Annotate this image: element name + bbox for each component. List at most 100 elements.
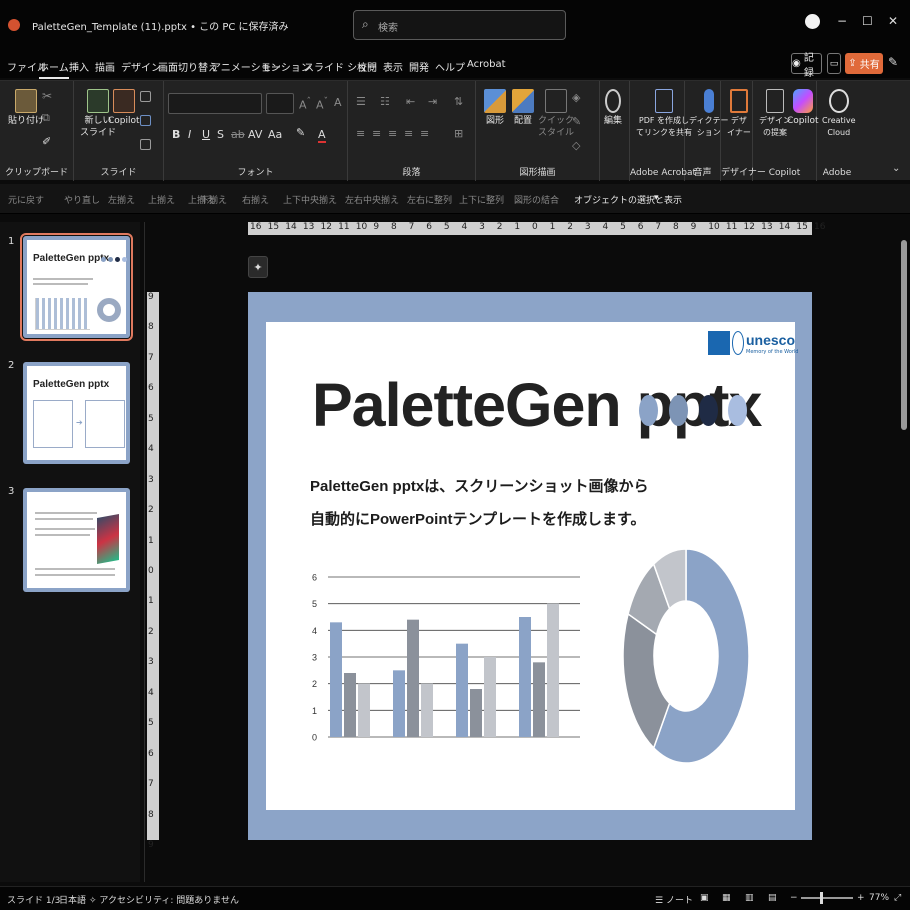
tab-review[interactable]: 校閲 (357, 59, 377, 74)
bar-series2-cat3[interactable] (470, 689, 482, 737)
align-right-button[interactable]: 右揃え (242, 193, 269, 206)
search-box[interactable]: ⌕ 検索 (353, 10, 566, 40)
share-button[interactable]: ⇪ 共有 (845, 53, 883, 74)
bar-chart[interactable]: 0 1 2 3 4 5 6 (306, 567, 596, 757)
shape-outline-icon[interactable]: ✎ (572, 115, 581, 128)
copy-icon[interactable]: ⧉ (42, 111, 50, 125)
normal-view-icon[interactable]: ▣ (700, 893, 709, 903)
slide-thumbnail-3[interactable] (23, 488, 130, 592)
redo-button[interactable]: やり直し (64, 193, 100, 206)
paste-button[interactable]: 貼り付け (8, 89, 44, 127)
clear-format-icon[interactable]: A (334, 96, 342, 109)
shape-effects-icon[interactable]: ◇ (572, 139, 580, 152)
align-top-button[interactable]: 上揃え (148, 193, 175, 206)
notes-button[interactable]: ☰ ノート (655, 893, 693, 906)
slide-title[interactable]: PaletteGen pptx (312, 370, 762, 440)
vertical-ruler[interactable]: 9 8 7 6 5 4 3 2 1 0 1 2 3 4 5 6 7 8 9 (147, 292, 159, 850)
slide-thumbnail-2[interactable]: PaletteGen pptx ➔ (23, 362, 130, 464)
font-color-icon[interactable]: A (318, 128, 326, 143)
customize-qat-icon[interactable]: ▾ (654, 193, 659, 203)
shrink-font-icon[interactable]: Aˇ (316, 96, 328, 112)
zoom-level[interactable]: 77% (869, 893, 889, 903)
comment-icon[interactable]: ▭ (827, 53, 841, 74)
align-left-icon[interactable]: ≡ (356, 127, 365, 140)
bar-series3-cat4[interactable] (547, 603, 559, 737)
change-case-icon[interactable]: Aa (268, 128, 282, 141)
align-center-button[interactable]: 左右中央揃え (345, 193, 399, 206)
merge-shapes-button[interactable]: 図形の結合 (514, 193, 559, 206)
char-spacing-icon[interactable]: AV (248, 128, 262, 141)
vertical-scrollbar[interactable] (901, 240, 907, 830)
bar-series2-cat2[interactable] (407, 619, 419, 737)
grow-font-icon[interactable]: Aˆ (299, 96, 311, 112)
strikethrough-icon[interactable]: ab (231, 128, 245, 141)
tab-insert[interactable]: 挿入 (69, 59, 89, 74)
format-painter-icon[interactable]: ✐ (42, 135, 51, 148)
tab-home[interactable]: ホーム (39, 59, 69, 79)
text-direction-icon[interactable]: ⇅ (454, 95, 463, 108)
reading-view-icon[interactable]: ▥ (745, 893, 754, 903)
reset-icon[interactable] (140, 115, 151, 126)
numbering-icon[interactable]: ☷ (380, 95, 390, 108)
distributed-icon[interactable]: ≡ (420, 127, 429, 140)
tab-design[interactable]: デザイン (121, 59, 161, 74)
slide-body-line-1[interactable]: PaletteGen pptxは、スクリーンショット画像から (310, 475, 648, 496)
cut-icon[interactable]: ✂ (42, 89, 52, 103)
record-button[interactable]: ◉ 記録 (791, 53, 822, 79)
align-right-icon[interactable]: ≡ (388, 127, 397, 140)
accessibility-status[interactable]: ✧ アクセシビリティ: 問題ありません (89, 893, 239, 906)
slide-body-line-2[interactable]: 自動的にPowerPointテンプレートを作成します。 (310, 508, 646, 529)
align-left-button[interactable]: 左揃え (108, 193, 135, 206)
bar-series3-cat1[interactable] (358, 683, 370, 737)
bar-series2-cat4[interactable] (533, 662, 545, 737)
tab-help[interactable]: ヘルプ (435, 59, 465, 74)
font-size-select[interactable] (266, 93, 294, 114)
zoom-in-icon[interactable]: + (857, 893, 865, 903)
bold-icon[interactable]: B (172, 128, 180, 141)
quick-style-button[interactable]: クイック スタイル (538, 89, 574, 139)
distribute-v-button[interactable]: 上下に整列 (459, 193, 504, 206)
undo-button[interactable]: 元に戻す (8, 193, 44, 206)
creative-cloud-button[interactable]: Creative Cloud (822, 89, 856, 139)
font-name-select[interactable] (168, 93, 262, 114)
bullets-icon[interactable]: ☰ (356, 95, 366, 108)
create-pdf-button[interactable]: PDF を作成し てリンクを共有 (636, 89, 692, 139)
zoom-out-icon[interactable]: − (790, 893, 798, 903)
shapes-button[interactable]: 図形 (484, 89, 506, 127)
align-middle-button[interactable]: 上下中央揃え (283, 193, 337, 206)
align-center-icon[interactable]: ≡ (372, 127, 381, 140)
shape-fill-icon[interactable]: ◈ (572, 91, 580, 104)
underline-icon[interactable]: U (202, 128, 210, 141)
tab-acrobat[interactable]: Acrobat (467, 59, 506, 70)
justify-icon[interactable]: ≡ (404, 127, 413, 140)
italic-icon[interactable]: I (188, 128, 191, 141)
zoom-slider[interactable] (801, 892, 853, 904)
copilot-slide-button[interactable]: Copilot (108, 89, 140, 127)
pane-divider[interactable] (144, 222, 145, 882)
increase-indent-icon[interactable]: ⇥ (428, 95, 437, 108)
align-text-icon[interactable]: ⊞ (454, 127, 463, 140)
editing-button[interactable]: 編集 (604, 89, 622, 127)
designer-button[interactable]: デザ イナー (727, 89, 751, 139)
tab-view[interactable]: 表示 (383, 59, 403, 74)
bar-series3-cat3[interactable] (484, 657, 496, 737)
slide-sorter-icon[interactable]: ▦ (722, 893, 731, 903)
designer-sparkle-icon[interactable]: ✦ (248, 256, 268, 278)
minimize-button[interactable]: − (837, 14, 847, 28)
horizontal-ruler[interactable]: 16 15 14 13 12 11 10 9 8 7 6 5 4 3 2 1 0 1 2 3 4 5 6 7 8 9 10 11 12 1… (248, 222, 825, 235)
distribute-h-button[interactable]: 左右に整列 (407, 193, 452, 206)
pen-icon[interactable]: ✎ (888, 55, 898, 69)
tab-developer[interactable]: 開発 (409, 59, 429, 74)
language-indicator[interactable]: 日本語 (59, 893, 86, 906)
bar-series2-cat1[interactable] (344, 673, 356, 737)
section-icon[interactable] (140, 139, 151, 150)
window-title[interactable]: PaletteGen_Template (11).pptx • この PC に保… (32, 18, 289, 33)
donut-chart[interactable] (621, 547, 751, 765)
shadow-icon[interactable]: S (217, 128, 224, 141)
highlight-icon[interactable]: ✎ (296, 126, 305, 139)
decrease-indent-icon[interactable]: ⇤ (406, 95, 415, 108)
bar-series1-cat3[interactable] (456, 643, 468, 737)
copilot-button[interactable]: Copilot (787, 89, 819, 127)
user-avatar[interactable] (805, 14, 820, 29)
slideshow-view-icon[interactable]: ▤ (768, 893, 777, 903)
